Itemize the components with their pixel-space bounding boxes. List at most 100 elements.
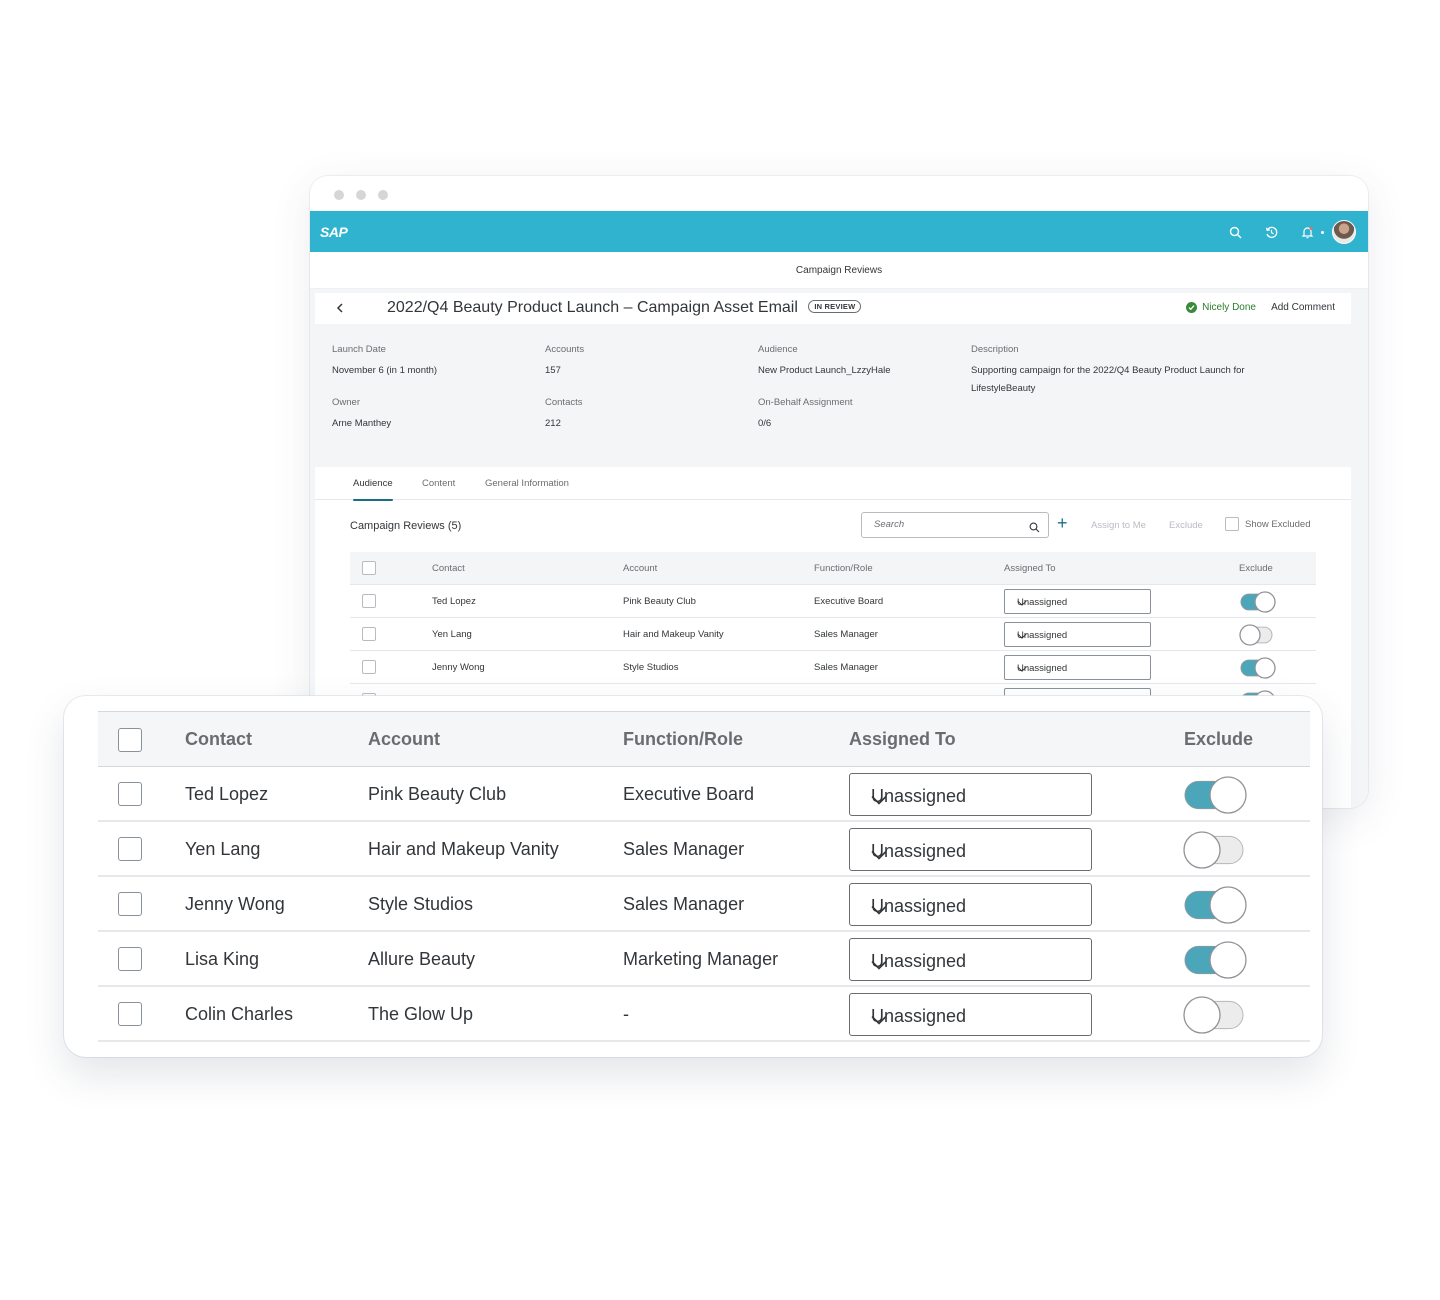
assigned-to-select[interactable]: Unassigned (849, 938, 1092, 981)
account-cell: The Glow Up (368, 1004, 474, 1024)
checkbox[interactable] (1225, 517, 1239, 531)
tab-general-information[interactable]: General Information (485, 478, 569, 489)
exclude-toggle[interactable] (1239, 657, 1276, 679)
chevron-down-icon[interactable] (871, 899, 1077, 920)
column-header-assigned-to[interactable]: Assigned To (849, 729, 956, 750)
function-role-cell: Sales Manager (814, 662, 878, 673)
row-checkbox[interactable] (118, 1002, 142, 1026)
row-checkbox[interactable] (118, 837, 142, 861)
chevron-down-icon[interactable] (871, 789, 1077, 810)
table-toolbar: Campaign Reviews (5) + Assign to Me Excl… (315, 500, 1351, 552)
window-minimize-dot[interactable] (356, 190, 366, 200)
exclude-toggle[interactable] (1183, 886, 1247, 924)
row-checkbox[interactable] (362, 594, 376, 608)
shell-bar: SAP (310, 211, 1368, 252)
assigned-to-select[interactable]: Unassigned (849, 993, 1092, 1036)
assigned-to-select[interactable]: Unassigned (849, 883, 1092, 926)
row-checkbox[interactable] (362, 660, 376, 674)
add-comment-button[interactable]: Add Comment (1271, 302, 1335, 313)
column-header-exclude[interactable]: Exclude (1184, 729, 1253, 750)
assigned-to-select[interactable]: Unassigned (849, 773, 1092, 816)
assign-to-me-button[interactable]: Assign to Me (1091, 520, 1146, 531)
column-header-assigned-to[interactable]: Assigned To (1004, 563, 1056, 574)
exclude-toggle[interactable] (1183, 996, 1247, 1034)
select-all-checkbox[interactable] (362, 561, 376, 575)
column-header-account[interactable]: Account (623, 563, 657, 574)
contact-cell: Yen Lang (432, 629, 472, 640)
assigned-to-select[interactable]: Unassigned (849, 828, 1092, 871)
exclude-toggle[interactable] (1183, 941, 1247, 979)
table-row[interactable]: Jenny Wong Style Studios Sales Manager U… (98, 877, 1310, 932)
exclude-toggle[interactable] (1239, 591, 1276, 613)
account-cell: Hair and Makeup Vanity (368, 839, 559, 859)
attr-value: Arne Manthey (332, 418, 392, 429)
search-field[interactable] (861, 512, 1049, 538)
nicely-done-button[interactable]: Nicely Done (1186, 302, 1256, 313)
account-cell: Pink Beauty Club (623, 596, 696, 607)
chevron-down-icon[interactable] (1017, 631, 1142, 642)
tab-audience[interactable]: Audience (353, 478, 393, 501)
function-role-cell: Sales Manager (623, 839, 745, 859)
row-checkbox[interactable] (118, 782, 142, 806)
user-avatar[interactable] (1332, 220, 1356, 244)
search-input[interactable] (874, 519, 1024, 530)
row-checkbox[interactable] (362, 627, 376, 641)
table-title: Campaign Reviews (5) (350, 520, 462, 532)
search-icon[interactable] (1029, 520, 1040, 538)
attr-contacts: Contacts 212 (545, 397, 583, 433)
contact-cell: Lisa King (185, 949, 260, 969)
tab-content[interactable]: Content (422, 478, 455, 489)
exclude-toggle[interactable] (1183, 776, 1247, 814)
table-row[interactable]: Jenny Wong Style Studios Sales Manager U… (350, 651, 1316, 684)
search-icon[interactable] (1217, 219, 1253, 245)
notification-bell-icon[interactable] (1289, 219, 1325, 245)
sap-logo[interactable]: SAP (320, 224, 348, 240)
table-row[interactable]: Ted Lopez Pink Beauty Club Executive Boa… (98, 767, 1310, 822)
chevron-down-icon[interactable] (871, 844, 1077, 865)
chevron-down-icon[interactable] (871, 1009, 1077, 1030)
assigned-to-select[interactable]: Unassigned (1004, 622, 1151, 647)
function-role-cell: Executive Board (623, 784, 755, 804)
column-header-function-role[interactable]: Function/Role (623, 729, 743, 750)
check-circle-icon (1186, 302, 1198, 313)
function-role-cell: - (623, 1004, 629, 1024)
show-excluded-label: Show Excluded (1245, 518, 1311, 530)
account-cell: Allure Beauty (368, 949, 476, 969)
exclude-toggle[interactable] (1239, 624, 1276, 646)
back-chevron-icon[interactable] (333, 301, 347, 315)
column-header-function-role[interactable]: Function/Role (814, 563, 873, 574)
function-role-cell: Sales Manager (623, 894, 745, 914)
campaign-reviews-table-preview: Contact Account Function/Role Assigned T… (350, 552, 1316, 717)
column-header-account[interactable]: Account (368, 729, 440, 750)
assigned-to-select[interactable]: Unassigned (1004, 589, 1151, 614)
exclude-button[interactable]: Exclude (1169, 520, 1203, 531)
column-header-exclude[interactable]: Exclude (1239, 563, 1273, 574)
table-row[interactable]: Colin Charles The Glow Up - Unassigned (98, 987, 1310, 1042)
chevron-down-icon[interactable] (1017, 598, 1142, 609)
function-role-cell: Sales Manager (814, 629, 878, 640)
table-row[interactable]: Lisa King Allure Beauty Marketing Manage… (98, 932, 1310, 987)
show-excluded-checkbox[interactable]: Show Excluded (1225, 517, 1310, 531)
column-header-contact[interactable]: Contact (432, 563, 465, 574)
assigned-to-select[interactable]: Unassigned (1004, 655, 1151, 680)
contact-cell: Jenny Wong (185, 894, 285, 914)
attr-launch-date: Launch Date November 6 (in 1 month) (332, 344, 437, 380)
exclude-toggle[interactable] (1183, 831, 1247, 869)
history-icon[interactable] (1253, 219, 1289, 245)
attr-accounts: Accounts 157 (545, 344, 584, 380)
row-checkbox[interactable] (118, 892, 142, 916)
column-header-contact[interactable]: Contact (185, 729, 252, 750)
window-close-dot[interactable] (334, 190, 344, 200)
select-all-checkbox[interactable] (118, 728, 142, 752)
add-icon[interactable]: + (1057, 514, 1068, 532)
chevron-down-icon[interactable] (871, 954, 1077, 975)
window-maximize-dot[interactable] (378, 190, 388, 200)
chevron-down-icon[interactable] (1017, 664, 1142, 675)
row-checkbox[interactable] (118, 947, 142, 971)
tab-bar: Audience Content General Information (315, 467, 1351, 501)
object-attributes: Launch Date November 6 (in 1 month) Acco… (332, 344, 1368, 444)
table-row[interactable]: Yen Lang Hair and Makeup Vanity Sales Ma… (350, 618, 1316, 651)
table-row[interactable]: Ted Lopez Pink Beauty Club Executive Boa… (350, 585, 1316, 618)
account-cell: Pink Beauty Club (368, 784, 507, 804)
table-row[interactable]: Yen Lang Hair and Makeup Vanity Sales Ma… (98, 822, 1310, 877)
